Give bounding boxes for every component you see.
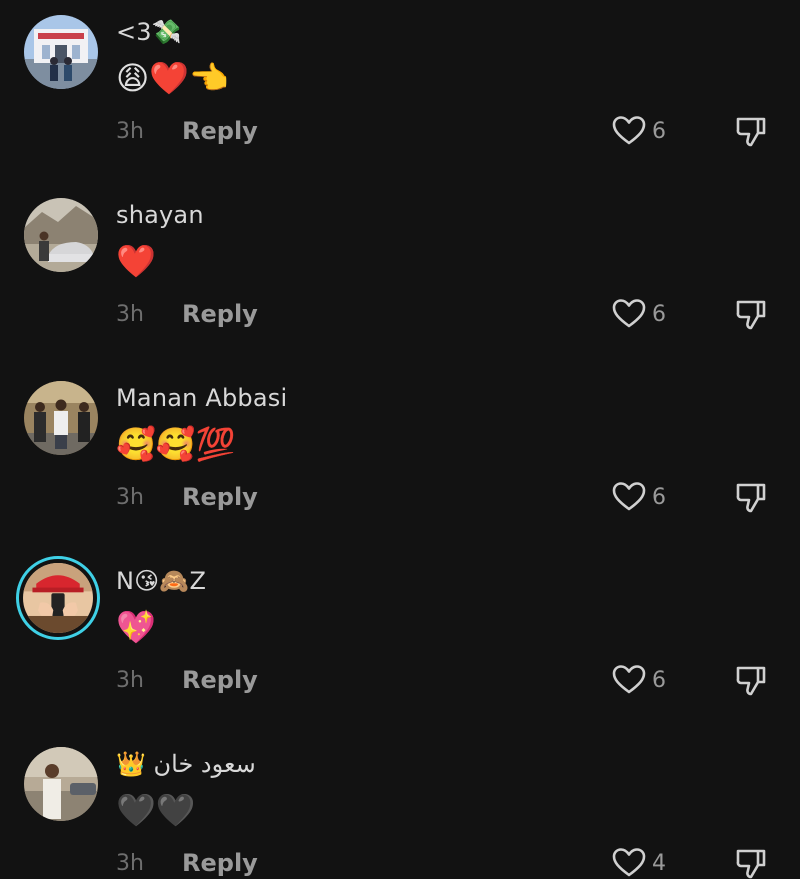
avatar[interactable] — [24, 381, 98, 455]
comment-item: Manan Abbasi 🥰🥰💯 3h Reply 6 — [0, 366, 800, 549]
comment-item: shayan ❤️ 3h Reply 6 — [0, 183, 800, 366]
avatar-image — [23, 563, 93, 633]
avatar — [23, 563, 93, 633]
thumbs-down-outline-icon — [736, 849, 766, 879]
reply-button[interactable]: Reply — [182, 483, 258, 511]
comment-timestamp: 3h — [116, 118, 144, 144]
thumbs-down-outline-icon — [736, 483, 766, 513]
dislike-button[interactable] — [734, 663, 768, 697]
avatar[interactable] — [24, 198, 98, 272]
heart-outline-icon — [612, 482, 646, 511]
comment-text: 🖤🖤 — [116, 791, 196, 829]
avatar-image — [24, 747, 98, 821]
comment-item: <3💸 😩❤️👈 3h Reply 6 — [0, 0, 800, 183]
comment-list: <3💸 😩❤️👈 3h Reply 6 shayan ❤️ 3h Reply 6… — [0, 0, 800, 879]
comment-meta: 3h Reply — [116, 114, 258, 148]
comment-username[interactable]: Manan Abbasi — [116, 384, 287, 412]
like-button[interactable]: 4 — [612, 846, 666, 879]
comment-text: 😩❤️👈 — [116, 59, 230, 97]
heart-outline-icon — [612, 665, 646, 694]
comment-username[interactable]: سعود خان 👑 — [116, 750, 256, 778]
avatar-image — [24, 15, 98, 89]
like-count: 4 — [652, 850, 666, 876]
dislike-button[interactable] — [734, 480, 768, 514]
comment-timestamp: 3h — [116, 301, 144, 327]
thumbs-down-outline-icon — [736, 300, 766, 330]
avatar[interactable] — [24, 747, 98, 821]
comment-meta: 3h Reply — [116, 663, 258, 697]
comment-item: سعود خان 👑 🖤🖤 3h Reply 4 — [0, 732, 800, 879]
comment-text: 🥰🥰💯 — [116, 425, 236, 463]
comment-username[interactable]: <3💸 — [116, 18, 182, 46]
reply-button[interactable]: Reply — [182, 117, 258, 145]
comment-timestamp: 3h — [116, 484, 144, 510]
comment-text: 💖 — [116, 608, 156, 646]
heart-outline-icon — [612, 299, 646, 328]
like-button[interactable]: 6 — [612, 663, 666, 697]
avatar-image — [24, 381, 98, 455]
reply-button[interactable]: Reply — [182, 666, 258, 694]
avatar[interactable] — [24, 15, 98, 89]
thumbs-down-outline-icon — [736, 117, 766, 147]
comment-meta: 3h Reply — [116, 846, 258, 879]
comment-timestamp: 3h — [116, 850, 144, 876]
avatar-story-ring[interactable] — [16, 556, 100, 640]
avatar-image — [24, 198, 98, 272]
heart-outline-icon — [612, 116, 646, 145]
like-button[interactable]: 6 — [612, 480, 666, 514]
thumbs-down-outline-icon — [736, 666, 766, 696]
comment-item: N😘🙈Z 💖 3h Reply 6 — [0, 549, 800, 732]
reply-button[interactable]: Reply — [182, 849, 258, 877]
comment-text: ❤️ — [116, 242, 156, 280]
dislike-button[interactable] — [734, 114, 768, 148]
comment-username[interactable]: N😘🙈Z — [116, 567, 206, 595]
like-count: 6 — [652, 484, 666, 510]
like-button[interactable]: 6 — [612, 114, 666, 148]
comment-username[interactable]: shayan — [116, 201, 204, 229]
like-count: 6 — [652, 667, 666, 693]
heart-outline-icon — [612, 848, 646, 877]
like-button[interactable]: 6 — [612, 297, 666, 331]
like-count: 6 — [652, 301, 666, 327]
like-count: 6 — [652, 118, 666, 144]
dislike-button[interactable] — [734, 846, 768, 879]
comment-meta: 3h Reply — [116, 480, 258, 514]
comment-meta: 3h Reply — [116, 297, 258, 331]
dislike-button[interactable] — [734, 297, 768, 331]
reply-button[interactable]: Reply — [182, 300, 258, 328]
comment-timestamp: 3h — [116, 667, 144, 693]
